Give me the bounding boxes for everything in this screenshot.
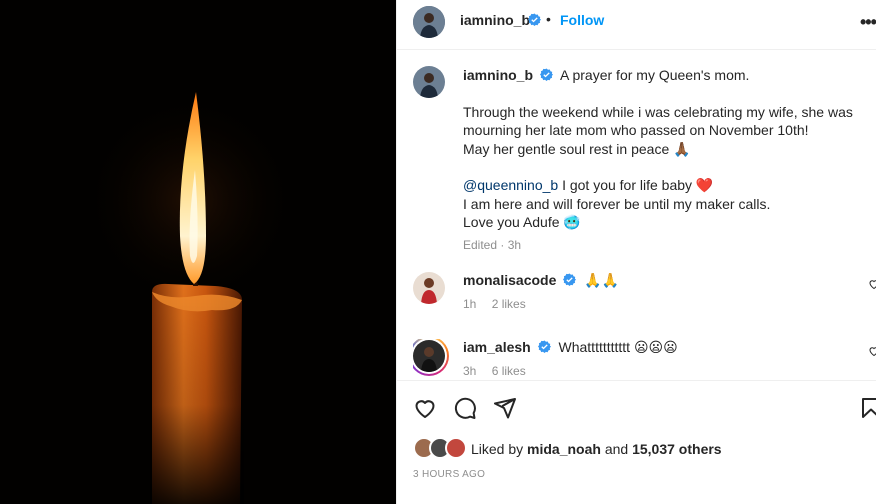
post-timestamp[interactable]: 3 HOURS AGO bbox=[413, 469, 485, 480]
share-send-icon[interactable] bbox=[493, 396, 517, 420]
verified-badge-icon bbox=[537, 340, 551, 353]
caption-line-4: May her gentle soul rest in peace 🙏🏾 bbox=[463, 140, 691, 157]
comment-text: Whattttttttttt 😦😦😦 bbox=[558, 339, 678, 355]
comment-avatar[interactable] bbox=[413, 272, 445, 304]
likes-count[interactable]: 15,037 others bbox=[632, 441, 722, 457]
comment-like-heart-icon[interactable] bbox=[868, 278, 876, 290]
comment-avatar-story-ring[interactable] bbox=[413, 339, 449, 376]
post-image[interactable] bbox=[0, 0, 396, 504]
separator-dot: • bbox=[546, 11, 551, 27]
liked-by-avatar bbox=[445, 437, 467, 459]
caption-mention-link[interactable]: @queennino_b bbox=[463, 177, 558, 193]
post-header: iamnino_b • Follow ••• bbox=[397, 0, 876, 50]
save-bookmark-icon[interactable] bbox=[859, 396, 876, 420]
verified-badge-icon bbox=[528, 13, 541, 26]
caption-edited-time: Edited · 3h bbox=[463, 237, 522, 252]
liked-by-prefix: Liked by bbox=[471, 441, 528, 457]
liked-by-user[interactable]: mida_noah bbox=[527, 441, 601, 457]
author-avatar[interactable] bbox=[413, 6, 445, 38]
caption-line-7: Love you Adufe 🥶 bbox=[463, 214, 581, 230]
comment-time: 3h bbox=[463, 364, 477, 378]
post-detail-panel: iamnino_b • Follow ••• iamnino_b A praye… bbox=[396, 0, 876, 504]
verified-badge-icon bbox=[539, 68, 553, 81]
caption-line-2: Through the weekend while i was celebrat… bbox=[463, 103, 853, 120]
liked-by-mid: and bbox=[600, 441, 633, 457]
comment-username[interactable]: iam_alesh bbox=[463, 339, 531, 355]
caption-line-6: I am here and will forever be until my m… bbox=[463, 195, 771, 212]
comment-likes[interactable]: 6 likes bbox=[492, 364, 526, 378]
liked-by-summary[interactable]: Liked by mida_noah and 15,037 others bbox=[471, 441, 722, 457]
more-options-icon[interactable]: ••• bbox=[860, 12, 876, 33]
caption-username[interactable]: iamnino_b bbox=[463, 67, 533, 83]
comment-time: 1h bbox=[463, 297, 477, 311]
caption-author-avatar[interactable] bbox=[413, 66, 445, 98]
caption-line-5: I got you for life baby ❤️ bbox=[558, 177, 714, 193]
caption-line-1: A prayer for my Queen's mom. bbox=[560, 67, 750, 83]
verified-badge-icon bbox=[563, 273, 577, 286]
author-username[interactable]: iamnino_b bbox=[460, 12, 530, 28]
post-actions: Liked by mida_noah and 15,037 others 3 H… bbox=[397, 380, 876, 504]
post-caption: iamnino_b A prayer for my Queen's mom. T… bbox=[463, 66, 863, 254]
candle-photo bbox=[0, 0, 396, 504]
comment-row: iam_alesh Whattttttttttt 😦😦😦 3h 6 likes bbox=[413, 339, 876, 379]
comment-like-heart-icon[interactable] bbox=[868, 345, 876, 357]
comment-bubble-icon[interactable] bbox=[453, 396, 477, 420]
caption-line-3: mourning her late mom who passed on Nove… bbox=[463, 122, 809, 138]
follow-button[interactable]: Follow bbox=[560, 12, 604, 28]
comment-text: 🙏🙏 bbox=[584, 272, 620, 288]
comment-likes[interactable]: 2 likes bbox=[492, 297, 526, 311]
comment-username[interactable]: monalisacode bbox=[463, 272, 556, 288]
like-heart-icon[interactable] bbox=[413, 396, 437, 420]
